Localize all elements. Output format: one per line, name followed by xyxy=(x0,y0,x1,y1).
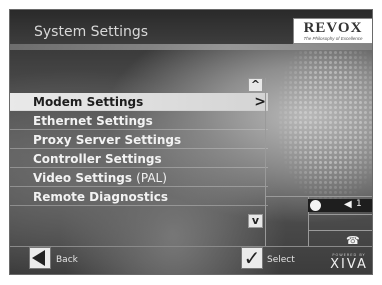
xiva-logo: POWERED BY XIVA xyxy=(329,253,369,272)
menu-item-label: Proxy Server Settings xyxy=(33,133,182,147)
logo-tagline: The Philosophy of Excellence xyxy=(303,36,363,41)
settings-menu: Modem Settings > Ethernet Settings Proxy… xyxy=(10,93,268,207)
panel-divider xyxy=(308,230,372,231)
select-label: Select xyxy=(267,255,295,265)
menu-item-modem-settings[interactable]: Modem Settings > xyxy=(10,93,268,111)
menu-item-controller-settings[interactable]: Controller Settings xyxy=(10,150,268,168)
menu-item-label: Remote Diagnostics xyxy=(33,190,168,204)
settings-screen: System Settings REVOX The Philosophy of … xyxy=(9,9,373,275)
volume-level: 1 xyxy=(356,199,362,209)
menu-item-label: Modem Settings xyxy=(33,95,144,109)
speaker-grille-image xyxy=(278,50,372,200)
scroll-up-button[interactable]: ^ xyxy=(248,78,263,92)
panel-divider xyxy=(265,196,372,197)
menu-item-video-settings[interactable]: Video Settings (PAL) xyxy=(10,169,268,187)
video-mode-suffix: (PAL) xyxy=(136,171,167,185)
menu-item-ethernet-settings[interactable]: Ethernet Settings xyxy=(10,112,268,130)
panel-divider xyxy=(265,78,266,246)
xiva-brand: XIVA xyxy=(330,257,368,272)
footer-divider xyxy=(10,246,372,247)
menu-item-label: Controller Settings xyxy=(33,152,162,166)
menu-item-label: Ethernet Settings xyxy=(33,114,153,128)
page-title: System Settings xyxy=(34,24,149,40)
back-label: Back xyxy=(56,255,78,265)
scroll-down-button[interactable]: v xyxy=(248,214,263,228)
menu-item-proxy-server-settings[interactable]: Proxy Server Settings xyxy=(10,131,268,149)
speaker-icon: ◀ xyxy=(344,199,352,210)
menu-item-label: Video Settings xyxy=(33,171,132,185)
back-button[interactable] xyxy=(29,247,51,269)
panel-divider xyxy=(308,214,372,215)
logo-brand: REVOX xyxy=(303,20,363,36)
menu-item-remote-diagnostics[interactable]: Remote Diagnostics xyxy=(10,188,268,206)
circle-icon xyxy=(310,200,321,211)
select-button[interactable]: ✓ xyxy=(241,247,263,269)
revox-logo: REVOX The Philosophy of Excellence xyxy=(293,18,372,44)
arrow-left-icon xyxy=(32,250,45,266)
